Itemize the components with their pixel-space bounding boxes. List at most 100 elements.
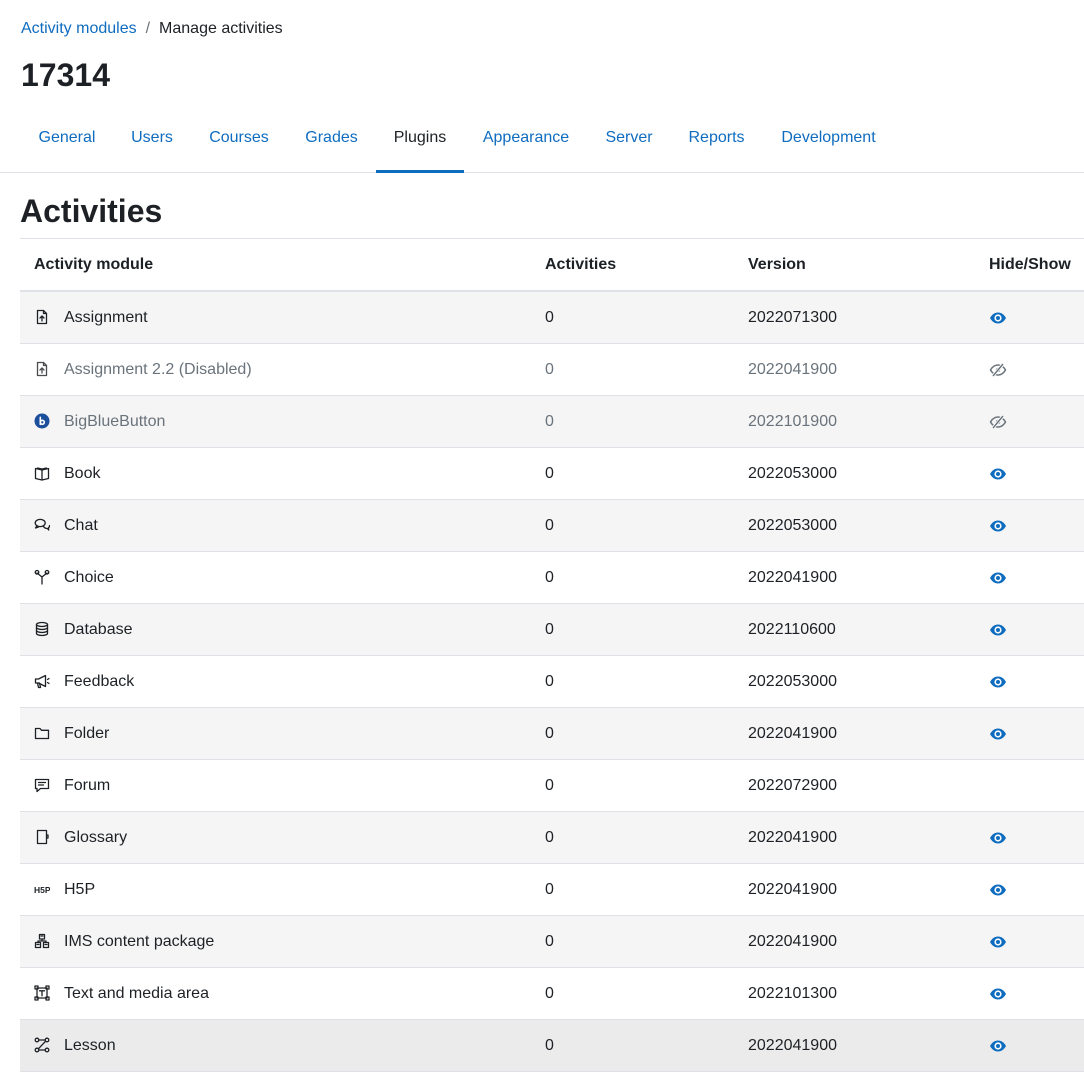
table-row: Folder 0 2022041900 [20, 708, 1084, 760]
module-name-assignment-2-2-disabled: Assignment 2.2 (Disabled) [64, 361, 252, 378]
tab-plugins[interactable]: Plugins [376, 114, 464, 173]
hide-eye-icon[interactable] [989, 465, 1007, 483]
chat-icon [34, 517, 50, 533]
module-version: 2022053000 [748, 517, 837, 534]
module-name-glossary: Glossary [64, 829, 128, 846]
text-media-icon [34, 985, 50, 1001]
tab-appearance[interactable]: Appearance [464, 114, 588, 170]
activity-count: 0 [545, 985, 554, 1002]
header-version[interactable]: Version [748, 256, 806, 274]
tab-server[interactable]: Server [588, 114, 670, 170]
module-name-choice: Choice [64, 569, 114, 586]
hide-eye-icon[interactable] [989, 1037, 1007, 1055]
svg-text:H5P: H5P [34, 885, 50, 895]
activity-count: 0 [545, 829, 554, 846]
tab-courses[interactable]: Courses [191, 114, 287, 170]
activity-count: 0 [545, 881, 554, 898]
hide-eye-icon[interactable] [989, 517, 1007, 535]
tab-users[interactable]: Users [113, 114, 191, 170]
activity-count: 0 [545, 933, 554, 950]
table-row: Database 0 2022110600 [20, 604, 1084, 656]
hide-eye-icon[interactable] [989, 933, 1007, 951]
bigbluebutton-icon [34, 413, 50, 429]
module-name-feedback: Feedback [64, 673, 135, 690]
activity-count: 0 [545, 361, 554, 378]
hide-eye-icon[interactable] [989, 985, 1007, 1003]
module-name-text-and-media-area: Text and media area [64, 985, 209, 1002]
hide-eye-icon[interactable] [989, 881, 1007, 899]
activity-count: 0 [545, 725, 554, 742]
header-activities[interactable]: Activities [545, 256, 616, 274]
module-name-ims-content-package: IMS content package [64, 933, 215, 950]
activity-count: 0 [545, 673, 554, 690]
module-name-h5p: H5P [64, 881, 96, 898]
module-version: 2022041900 [748, 569, 837, 586]
module-version: 2022101900 [748, 413, 837, 430]
tab-general[interactable]: General [20, 114, 114, 170]
table-row: Choice 0 2022041900 [20, 552, 1084, 604]
tab-development[interactable]: Development [763, 114, 894, 170]
table-row: Assignment 2.2 (Disabled) 0 2022041900 [20, 344, 1084, 396]
hide-eye-icon[interactable] [989, 569, 1007, 587]
breadcrumb-link-activity-modules[interactable]: Activity modules [21, 19, 137, 39]
module-version: 2022041900 [748, 361, 837, 378]
module-name-book: Book [64, 465, 101, 482]
lesson-icon [34, 1037, 50, 1053]
module-name-folder: Folder [64, 725, 110, 742]
hide-eye-icon[interactable] [989, 621, 1007, 639]
show-eye-slash-icon[interactable] [989, 413, 1007, 431]
tab-reports[interactable]: Reports [670, 114, 763, 170]
admin-tabs: General Users Courses Grades Plugins Appearan… [0, 114, 1084, 173]
breadcrumb: Activity modules / Manage activities [21, 19, 283, 39]
activity-count: 0 [545, 1037, 554, 1054]
activities-table: Activity module Activities Version Hide/… [20, 238, 1084, 1072]
module-name-bigbluebutton: BigBlueButton [64, 413, 166, 430]
table-row: Assignment 0 2022071300 [20, 292, 1084, 344]
module-version: 2022072900 [748, 777, 837, 794]
glossary-icon [34, 829, 50, 845]
forum-icon [34, 777, 50, 793]
table-row: Chat 0 2022053000 [20, 500, 1084, 552]
tab-grades[interactable]: Grades [287, 114, 376, 170]
module-version: 2022101300 [748, 985, 837, 1002]
show-eye-slash-icon[interactable] [989, 361, 1007, 379]
table-row: IMS content package 0 2022041900 [20, 916, 1084, 968]
table-row: H5P H5P 0 2022041900 [20, 864, 1084, 916]
folder-icon [34, 725, 50, 741]
table-row: Feedback 0 2022053000 [20, 656, 1084, 708]
table-row: Text and media area 0 2022101300 [20, 968, 1084, 1020]
activity-count: 0 [545, 413, 554, 430]
module-version: 2022041900 [748, 1037, 837, 1054]
table-row: BigBlueButton 0 2022101900 [20, 396, 1084, 448]
table-row: Lesson 0 2022041900 [20, 1020, 1084, 1072]
module-name-assignment: Assignment [64, 309, 148, 326]
breadcrumb-separator: / [145, 20, 151, 37]
ims-package-icon [34, 933, 50, 949]
table-row: Forum 0 2022072900 [20, 760, 1084, 812]
table-body: Assignment 0 2022071300 Assignment 2.2 (Dis… [20, 292, 1084, 1072]
activity-count: 0 [545, 569, 554, 586]
header-hide-show: Hide/Show [989, 256, 1071, 273]
assignment-icon [34, 361, 50, 377]
module-version: 2022053000 [748, 673, 837, 690]
section-title: Activities [20, 193, 163, 229]
breadcrumb-current: Manage activities [159, 20, 283, 37]
activity-count: 0 [545, 777, 554, 794]
header-activity-module[interactable]: Activity module [34, 256, 153, 274]
hide-eye-icon[interactable] [989, 725, 1007, 743]
module-version: 2022041900 [748, 881, 837, 898]
h5p-icon: H5P [34, 881, 50, 897]
hide-eye-icon[interactable] [989, 829, 1007, 847]
hide-eye-icon[interactable] [989, 673, 1007, 691]
module-version: 2022110600 [748, 621, 836, 638]
assignment-icon [34, 309, 50, 325]
activity-count: 0 [545, 465, 554, 482]
hide-eye-icon[interactable] [989, 309, 1007, 327]
module-name-chat: Chat [64, 517, 98, 534]
module-name-database: Database [64, 621, 133, 638]
choice-icon [34, 569, 50, 585]
book-icon [34, 465, 50, 481]
module-version: 2022041900 [748, 725, 837, 742]
activity-count: 0 [545, 517, 554, 534]
activity-count: 0 [545, 621, 554, 638]
